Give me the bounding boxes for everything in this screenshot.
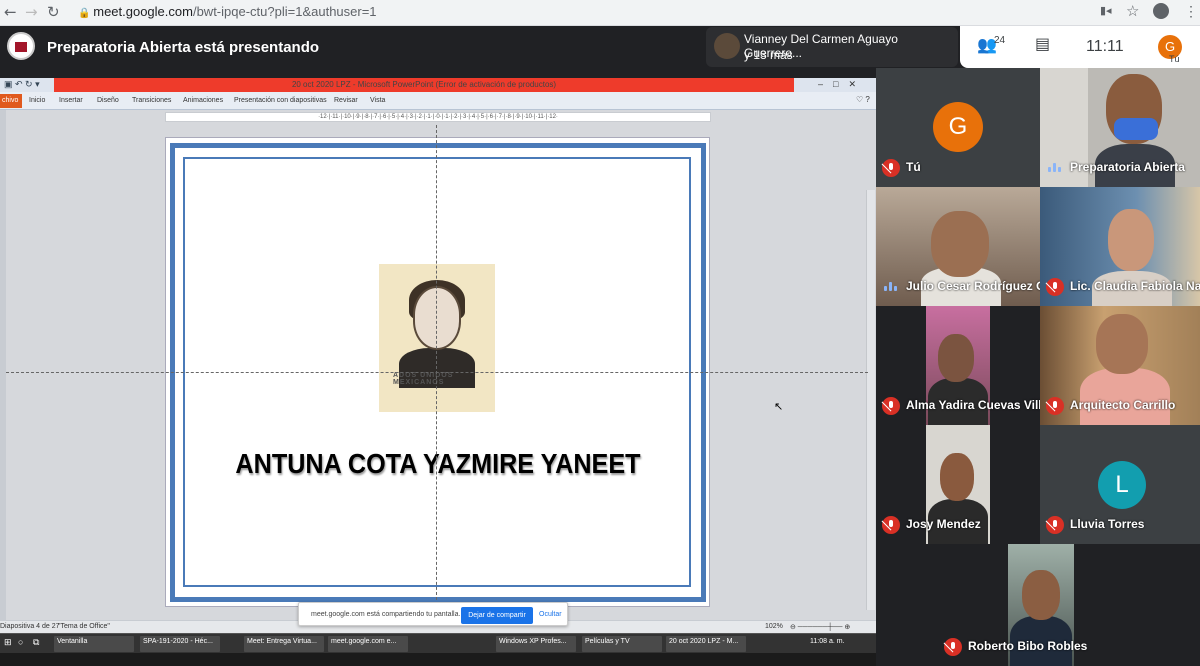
mic-off-icon [944,638,962,656]
slide-counter: Diapositiva 4 de 27 [0,623,60,630]
ppt-window-title: 20 oct 2020 LPZ - Microsoft PowerPoint (… [291,80,557,89]
ribbon-tab-insertar[interactable]: Insertar [59,97,83,104]
ppt-ribbon: chivo Inicio Insertar Diseño Transicione… [0,92,876,110]
notification-line2: y 13 más [744,48,793,62]
bookmark-star-icon[interactable]: ☆ [1126,2,1139,20]
participant-tile[interactable]: Arquitecto Carrillo [1040,306,1200,425]
stop-sharing-button[interactable]: Dejar de compartir [461,607,533,624]
participant-name: Josy Mendez [906,517,981,531]
meeting-clock: 11:11 [1086,38,1124,55]
participant-avatar: G [933,102,983,152]
screen-bottom [0,653,876,666]
mouse-cursor-icon: ↖ [774,401,784,413]
reload-icon[interactable]: ↻ [47,3,60,21]
participant-tile[interactable]: Lic. Claudia Fabiola Nav... [1040,187,1200,306]
forward-icon[interactable]: → [25,3,38,21]
taskbar-clock: 11:08 a. m. [810,638,845,645]
ribbon-tab-vista[interactable]: Vista [370,97,385,104]
horizontal-guide [6,372,868,373]
taskbar-item[interactable]: Meet: Entrega Virtua... [244,636,324,652]
screen-share-bar: meet.google.com está compartiendo tu pan… [298,602,568,626]
participant-avatar: L [1098,461,1146,509]
participant-tile[interactable]: Roberto Bibo Robles [938,544,1142,666]
ribbon-tab-revisar[interactable]: Revisar [334,97,358,104]
menu-kebab-icon[interactable]: ⋮ [1184,3,1198,20]
student-name[interactable]: ANTUNA COTA YAZMIRE YANEET [192,448,683,480]
back-icon[interactable]: ← [4,3,17,21]
browser-toolbar: ← → ↻ 🔒 meet.google.com/bwt-ipqe-ctu?pli… [0,0,1200,26]
quick-access-icons[interactable]: ▣ ↶ ↻ ▾ [4,79,40,90]
participant-name: Tú [906,160,921,174]
taskview-icon[interactable]: ⧉ [33,637,39,648]
share-message: meet.google.com está compartiendo tu pan… [311,611,461,618]
ppt-title-bar: ▣ ↶ ↻ ▾ 20 oct 2020 LPZ - Microsoft Powe… [0,78,876,92]
join-notification[interactable]: Vianney Del Carmen Aguayo Guerrero... y … [706,27,958,67]
vertical-scrollbar[interactable] [866,190,875,610]
people-count: 24 [994,35,1006,46]
participant-tile[interactable]: Josy Mendez [876,425,1040,544]
lock-icon: 🔒 [78,8,94,19]
help-icon[interactable]: ♡ ? [856,95,870,104]
notification-avatar [714,33,740,59]
self-label: Tú [1169,54,1180,64]
participant-tile[interactable]: Alma Yadira Cuevas Vill... [876,306,1040,425]
theme-name: "Tema de Office" [58,623,110,630]
ribbon-tab-presentacion[interactable]: Presentación con diapositivas [234,97,327,104]
presenter-avatar [7,32,35,60]
zoom-slider[interactable]: ⊖ ──────┼── ⊕ [790,623,850,631]
mic-off-icon [1046,278,1064,296]
mic-off-icon [1046,397,1064,415]
participant-tile[interactable]: Julio Cesar Rodríguez O... [876,187,1040,306]
participant-tile[interactable]: L Lluvia Torres [1040,425,1200,544]
participant-name: Arquitecto Carrillo [1070,398,1176,412]
taskbar-item[interactable]: SPA-191-2020 - Héc... [140,636,220,652]
zoom-level[interactable]: 102% [765,623,783,630]
presenting-banner: Preparatoria Abierta está presentando [47,39,320,56]
participant-tile[interactable]: G Tú [876,68,1040,187]
participant-name: Lic. Claudia Fabiola Nav... [1070,279,1200,293]
taskbar-item[interactable]: Windows XP Profes... [496,636,576,652]
ribbon-tab-animaciones[interactable]: Animaciones [183,97,223,104]
participant-name: Julio Cesar Rodríguez O... [906,279,1040,293]
mic-off-icon [882,516,900,534]
taskbar-item[interactable]: meet.google.com e... [328,636,408,652]
camera-icon[interactable]: ▮◂ [1100,4,1112,17]
windows-taskbar: ⊞ ○ ⧉ Ventanilla SPA-191-2020 - Héc... M… [0,633,876,653]
ribbon-tab-file[interactable]: chivo [0,94,23,108]
mic-off-icon [1046,516,1064,534]
participant-name: Preparatoria Abierta [1070,160,1185,174]
taskbar-item[interactable]: Ventanilla [54,636,134,652]
start-icon[interactable]: ⊞ [4,637,12,648]
search-icon[interactable]: ○ [18,637,23,647]
window-controls[interactable]: ‒□✕ [818,79,866,90]
taskbar-item[interactable]: 20 oct 2020 LPZ - M... [666,636,746,652]
address-bar[interactable]: 🔒 meet.google.com/bwt-ipqe-ctu?pli=1&aut… [78,4,377,19]
speaking-icon [884,282,898,291]
speaking-icon [1048,163,1062,172]
horizontal-ruler: ·12·|·11·|·10·|·9·|·8·|·7·|·6·|·5·|·4·|·… [165,112,711,122]
participant-tile[interactable]: Preparatoria Abierta [1040,68,1200,187]
student-photo[interactable]: ADOS UNIDOS MEXICANOS [379,264,495,412]
taskbar-item[interactable]: Películas y TV [582,636,662,652]
ribbon-tab-diseno[interactable]: Diseño [97,97,119,104]
profile-icon[interactable] [1153,3,1169,19]
participant-name: Roberto Bibo Robles [968,639,1088,653]
photo-stamp: ADOS UNIDOS MEXICANOS [393,372,454,386]
slide-pane-edge [0,110,6,620]
ribbon-tab-inicio[interactable]: Inicio [29,97,45,104]
mic-off-icon [882,159,900,177]
chat-icon[interactable]: ▤ [1035,34,1050,53]
hide-button[interactable]: Ocultar [539,611,562,618]
mic-off-icon [882,397,900,415]
participant-name: Lluvia Torres [1070,517,1145,531]
participant-name: Alma Yadira Cuevas Vill... [906,398,1040,412]
ribbon-tab-transiciones[interactable]: Transiciones [132,97,171,104]
vertical-guide [436,125,437,610]
